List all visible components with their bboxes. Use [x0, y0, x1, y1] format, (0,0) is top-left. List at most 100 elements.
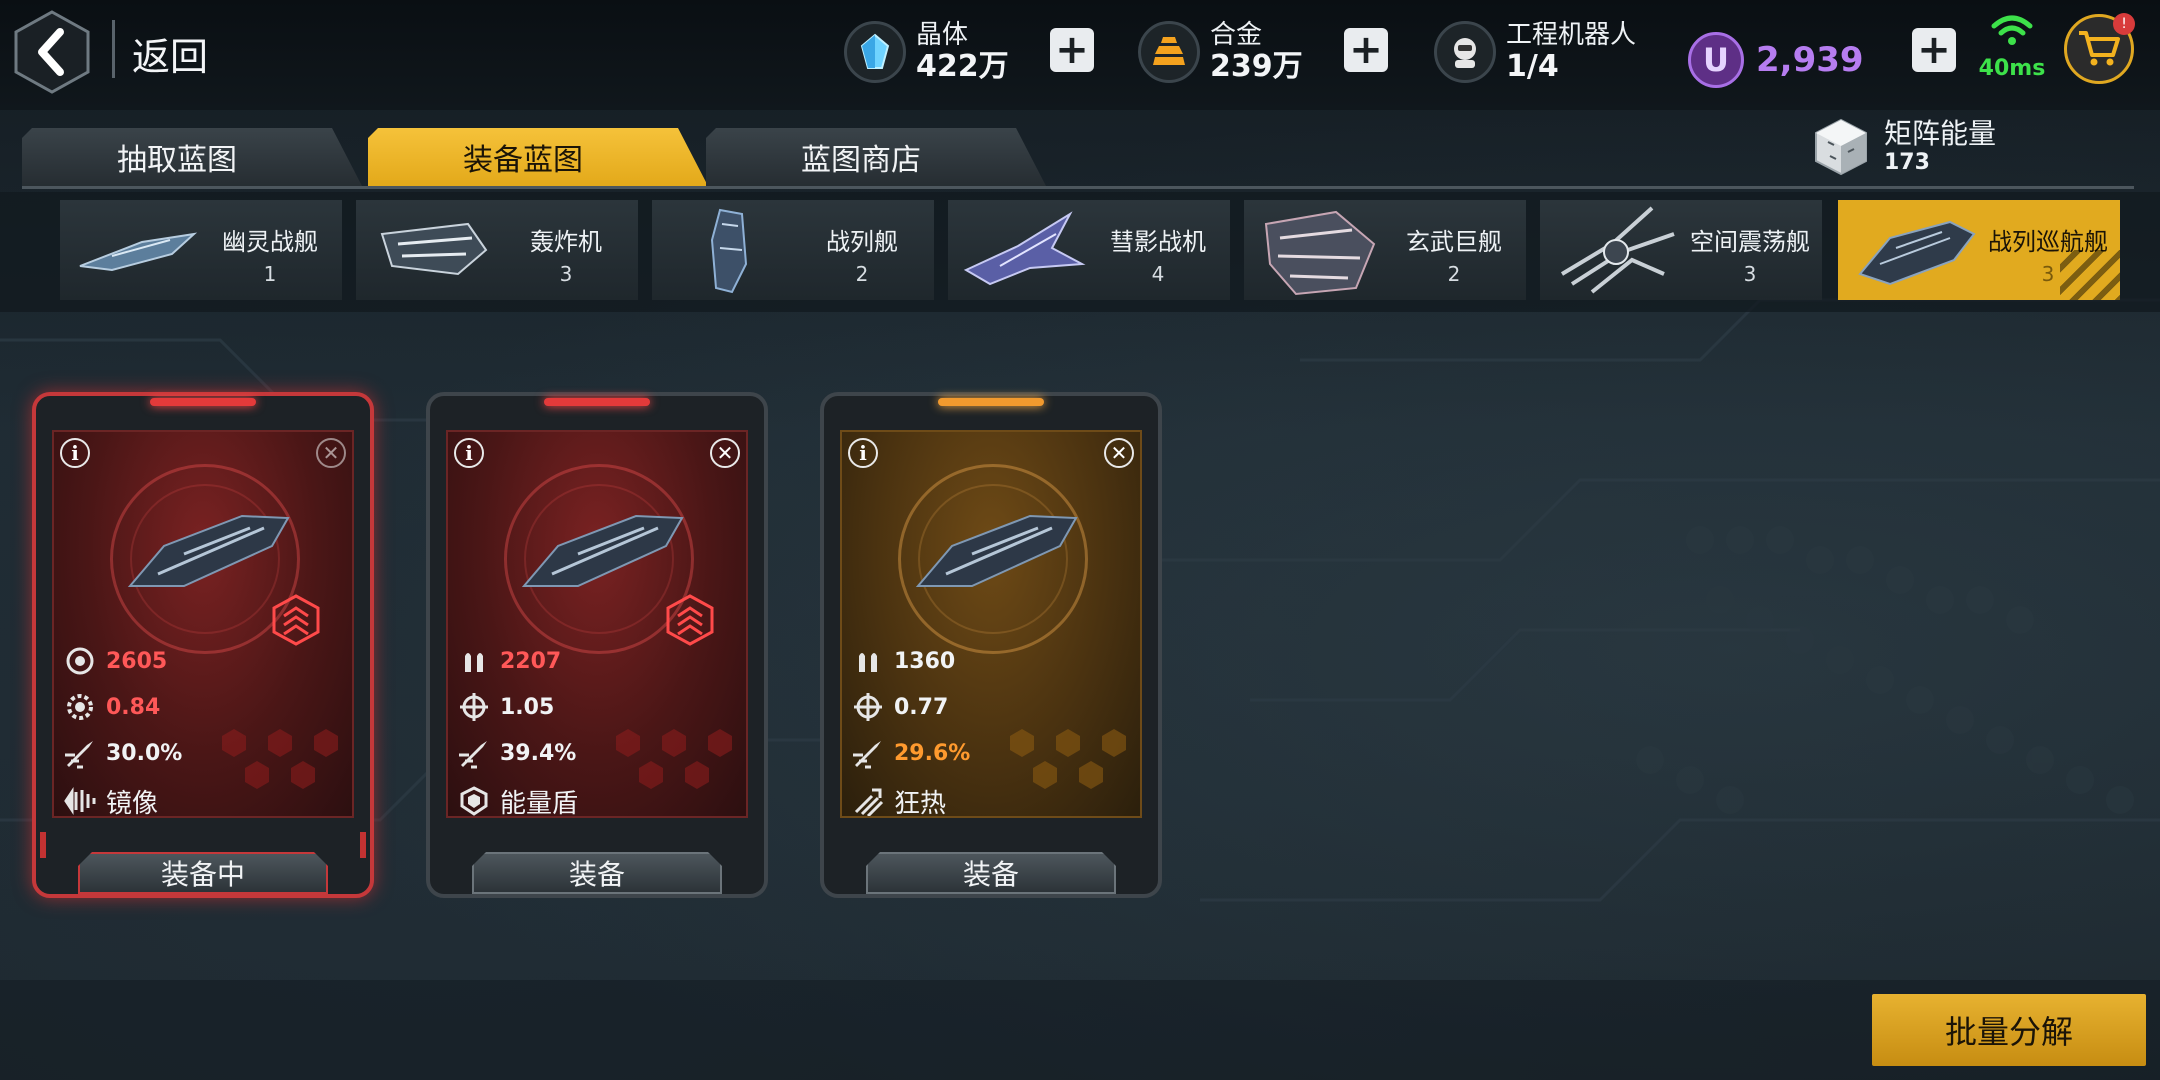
- robot-label: 工程机器人: [1506, 20, 1637, 51]
- close-icon[interactable]: ✕: [1104, 438, 1134, 468]
- gear-icon: [62, 690, 98, 724]
- battlecruiser-art: [521, 514, 684, 587]
- ship-name: 轰炸机: [530, 228, 602, 256]
- ship-tab-ghost[interactable]: 幽灵战舰 1: [60, 200, 342, 300]
- battlecruiser-art: [127, 514, 290, 587]
- stat-value: 2207: [500, 648, 562, 674]
- rocket-icon: [62, 736, 98, 770]
- ship-name: 战列舰: [826, 228, 898, 256]
- stat-value: 0.84: [106, 694, 161, 720]
- matrix-energy-value: 173: [1884, 150, 1930, 176]
- equipped-button[interactable]: 装备中: [78, 852, 328, 894]
- crystal-label: 晶体: [916, 20, 969, 51]
- ship-name: 彗影战机: [1110, 228, 1206, 256]
- robot-value: 1/4: [1506, 48, 1559, 84]
- alloy-value: 239万: [1210, 48, 1303, 84]
- stat-value: 39.4%: [500, 740, 577, 766]
- matrix-energy-label: 矩阵能量: [1884, 117, 1997, 151]
- ship-name: 玄武巨舰: [1406, 228, 1502, 256]
- hex-pattern: [1010, 729, 1126, 789]
- ship-count: 2: [1447, 262, 1461, 286]
- add-alloy-button[interactable]: +: [1344, 28, 1388, 72]
- ship-tab-battleship[interactable]: 战列舰 2: [652, 200, 934, 300]
- ship-name: 空间震荡舰: [1690, 228, 1810, 256]
- stat-ammo: 1360: [850, 644, 955, 678]
- stat-skill: 能量盾: [456, 784, 579, 819]
- back-label[interactable]: 返回: [132, 26, 208, 81]
- stat-value: 1.05: [500, 694, 555, 720]
- card-rarity-light: [150, 398, 256, 406]
- wifi-icon: [1991, 15, 2033, 45]
- bulk-dismantle-button[interactable]: 批量分解: [1872, 994, 2146, 1066]
- stat-value: 1360: [894, 648, 956, 674]
- crystal-value: 422万: [916, 48, 1009, 84]
- info-icon[interactable]: i: [848, 438, 878, 468]
- ship-tab-comet-fighter[interactable]: 彗影战机 4: [948, 200, 1230, 300]
- ship-name: 幽灵战舰: [222, 228, 318, 256]
- ship-count: 2: [855, 262, 869, 286]
- shield-icon: [456, 784, 492, 818]
- tab-underline: [22, 186, 2134, 189]
- top-bar: 返回 晶体 422万 + 合金 239万 + 工程机器人 1/4 U 2,939…: [0, 0, 2160, 110]
- stat-rate: 0.84: [62, 690, 160, 724]
- ship-tab-bomber[interactable]: 轰炸机 3: [356, 200, 638, 300]
- ship-battleship-icon: [710, 208, 748, 294]
- info-icon[interactable]: i: [60, 438, 90, 468]
- armor-icon: [62, 644, 98, 678]
- resource-robot: 工程机器人 1/4: [1434, 14, 1636, 90]
- ship-count: 3: [559, 262, 573, 286]
- stat-boost: 29.6%: [850, 736, 970, 770]
- skill-name: 能量盾: [500, 788, 579, 819]
- card-side-light: [360, 832, 366, 858]
- ship-tab-battlecruiser[interactable]: 战列巡航舰 3: [1838, 200, 2120, 300]
- ammo-icon: [456, 644, 492, 678]
- currency-value: 2,939: [1756, 40, 1864, 80]
- stat-accuracy: 1.05: [456, 690, 554, 724]
- ship-tab-xuanwu[interactable]: 玄武巨舰 2: [1244, 200, 1526, 300]
- ship-count: 3: [1743, 262, 1757, 286]
- close-icon[interactable]: ✕: [316, 438, 346, 468]
- hex-pattern: [222, 729, 338, 789]
- tab-draw-blueprint[interactable]: 抽取蓝图: [22, 128, 362, 186]
- rank-chevron-icon: [666, 594, 714, 646]
- alloy-icon: [1138, 21, 1200, 83]
- stat-value: 29.6%: [894, 740, 971, 766]
- rank-chevron-icon: [272, 594, 320, 646]
- ping-value: 40ms: [1978, 56, 2046, 81]
- blueprint-card[interactable]: i ✕ 2605 0.84 30.0% 镜像 装备中: [32, 392, 374, 898]
- stat-ammo: 2207: [456, 644, 561, 678]
- stat-skill: 狂热: [850, 784, 946, 819]
- card-body: i ✕ 2605 0.84 30.0% 镜像: [52, 430, 354, 819]
- currency-icon: U: [1688, 32, 1744, 88]
- crystal-icon: [844, 21, 906, 83]
- shop-cart-button[interactable]: !: [2064, 13, 2135, 84]
- stat-skill: 镜像: [62, 784, 158, 819]
- close-icon[interactable]: ✕: [710, 438, 740, 468]
- add-crystal-button[interactable]: +: [1050, 28, 1094, 72]
- hex-pattern: [616, 729, 732, 789]
- equip-button[interactable]: 装备: [472, 852, 722, 894]
- ship-tab-space-shock[interactable]: 空间震荡舰 3: [1540, 200, 1822, 300]
- card-body: i ✕ 1360 0.77 29.6% 狂热: [840, 430, 1142, 819]
- stat-value: 2605: [106, 648, 168, 674]
- back-button[interactable]: [14, 10, 90, 94]
- resource-crystal: 晶体 422万: [844, 14, 1009, 90]
- add-currency-button[interactable]: +: [1912, 28, 1956, 72]
- blueprint-card[interactable]: i ✕ 2207 1.05 39.4% 能量盾 装备: [426, 392, 768, 898]
- blueprint-card[interactable]: i ✕ 1360 0.77 29.6% 狂热 装备: [820, 392, 1162, 898]
- ship-ghost-icon: [79, 232, 198, 272]
- stat-value: 30.0%: [106, 740, 183, 766]
- ammo-icon: [850, 644, 886, 678]
- ship-xuanwu-icon: [1264, 210, 1376, 296]
- resource-alloy: 合金 239万: [1138, 14, 1303, 90]
- tab-blueprint-shop[interactable]: 蓝图商店: [706, 128, 1046, 186]
- ship-count: 4: [1151, 262, 1165, 286]
- ship-count: 1: [263, 262, 277, 286]
- frenzy-skill-icon: [850, 784, 886, 818]
- tab-equip-blueprint[interactable]: 装备蓝图: [368, 128, 708, 186]
- crosshair-icon: [456, 690, 492, 724]
- equip-button[interactable]: 装备: [866, 852, 1116, 894]
- rocket-icon: [456, 736, 492, 770]
- info-icon[interactable]: i: [454, 438, 484, 468]
- cart-notification-badge: !: [2113, 13, 2135, 35]
